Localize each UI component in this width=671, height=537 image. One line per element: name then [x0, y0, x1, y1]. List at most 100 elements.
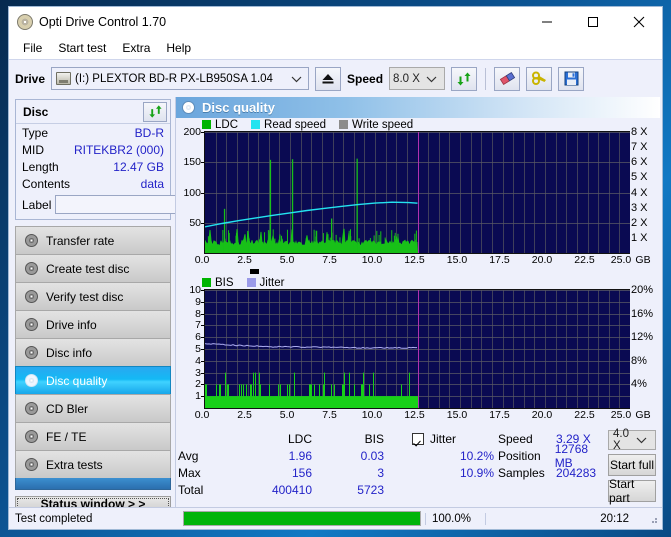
- table-row: Avg 1.96 0.03: [178, 447, 392, 464]
- statistics-max-ldc: 156: [291, 465, 312, 480]
- drive-select[interactable]: (I:) PLEXTOR BD-R PX-LB950SA 1.04: [51, 67, 310, 90]
- app-window: Opti Drive Control 1.70 File Start test …: [8, 6, 663, 530]
- app-disc-icon: [17, 14, 33, 30]
- menu-file[interactable]: File: [15, 39, 50, 57]
- sidebar-item-verify-test-disc[interactable]: Verify test disc: [15, 282, 171, 310]
- x-tick-label: 22.5: [574, 254, 595, 266]
- sidebar-item-disc-quality[interactable]: Disc quality: [15, 366, 171, 394]
- top-chart: 200 150 100 50 8 X 7 X 6 X 5 X 4 X 3 X 2 X 1 X: [176, 126, 660, 254]
- sidebar-item-disc-info[interactable]: Disc info: [15, 338, 171, 366]
- bottom-chart-y2-axis: 20% 16% 12% 8% 4%: [630, 284, 660, 407]
- legend-swatch-jitter: [246, 278, 256, 287]
- bottom-chart: 10 9 8 7 6 5 4 3 2 1 20% 16% 12% 8% 4%: [176, 284, 660, 409]
- drive-label: Drive: [15, 71, 46, 86]
- refresh-button[interactable]: [451, 66, 478, 91]
- x-tick-label: 0.0: [194, 254, 210, 266]
- disc-row-type: Type BD-R: [16, 124, 170, 141]
- sidebar-item-fe-te[interactable]: FE / TE: [15, 422, 171, 450]
- erase-button[interactable]: [494, 66, 521, 91]
- jitter-header: Jitter: [392, 430, 498, 447]
- statistics-table: LDC BIS Avg 1.96 0.03 Max 156 3 Total 40…: [178, 430, 392, 507]
- sidebar-item-label: Extra tests: [46, 457, 103, 472]
- sidebar-item-extra-tests[interactable]: Extra tests: [15, 450, 171, 478]
- y2-tick-label: 8%: [631, 354, 647, 367]
- info-label-speed: Speed: [498, 431, 533, 446]
- speed-select-value: 8.0 X: [393, 72, 420, 85]
- x-tick-label: 7.5: [322, 254, 337, 266]
- resize-grip[interactable]: [647, 513, 659, 525]
- statistics-row-label: Avg: [178, 448, 199, 463]
- tools-button[interactable]: [526, 66, 553, 91]
- legend-label-write-speed: Write speed: [352, 118, 414, 131]
- x-tick-label: 15.0: [446, 254, 468, 266]
- y2-tick-label: 6 X: [631, 156, 648, 169]
- speed-select[interactable]: 8.0 X: [389, 67, 446, 90]
- legend-label-read-speed: Read speed: [264, 118, 327, 131]
- disc-row-type-value: BD-R: [134, 125, 164, 140]
- sidebar-item-drive-info[interactable]: Drive info: [15, 310, 171, 338]
- sidebar-item-create-test-disc[interactable]: Create test disc: [15, 254, 171, 282]
- y2-tick-label: 2 X: [631, 216, 648, 229]
- jitter-label: Jitter: [430, 431, 457, 446]
- statistics-header-ldc: LDC: [287, 431, 312, 446]
- start-part-button[interactable]: Start part: [608, 477, 656, 505]
- sidebar-item-cd-bler[interactable]: CD Bler: [15, 394, 171, 422]
- close-button[interactable]: [616, 7, 662, 37]
- progress-bar-fill: [184, 512, 420, 525]
- x-tick-label: 22.5: [574, 409, 595, 421]
- legend-label-jitter: Jitter: [259, 276, 285, 289]
- eject-button[interactable]: [315, 66, 342, 91]
- window-title: Opti Drive Control 1.70: [39, 15, 167, 29]
- y-tick-label: 100: [183, 186, 201, 199]
- test-controls: 4.0 X Start full Start part: [608, 428, 660, 507]
- maximize-button[interactable]: [570, 7, 616, 37]
- progress-bar: [183, 511, 421, 526]
- bottom-chart-plot-area[interactable]: [204, 289, 630, 409]
- status-text: Test completed: [15, 512, 93, 525]
- disc-row-mid-key: MID: [22, 142, 44, 157]
- info-row-samples: Samples 204283: [498, 464, 608, 481]
- top-chart-y2-axis: 8 X 7 X 6 X 5 X 4 X 3 X 2 X 1 X: [630, 126, 660, 252]
- jitter-checkbox[interactable]: [412, 432, 424, 445]
- chart-range-handle[interactable]: [250, 269, 259, 274]
- disc-icon: [25, 234, 38, 247]
- info-label-position: Position: [498, 448, 541, 463]
- minimize-button[interactable]: [524, 7, 570, 37]
- x-tick-label: 15.0: [446, 409, 468, 421]
- top-chart-plot-area[interactable]: [204, 131, 630, 254]
- menu-help[interactable]: Help: [158, 39, 199, 57]
- menu-extra[interactable]: Extra: [114, 39, 158, 57]
- disc-row-mid: MID RITEKBR2 (000): [16, 141, 170, 158]
- x-tick-label: 25.0: [610, 254, 632, 266]
- status-bar: Test completed 100.0% 20:12: [9, 507, 662, 529]
- toolbar: Drive (I:) PLEXTOR BD-R PX-LB950SA 1.04 …: [9, 59, 662, 97]
- sidebar-item-label: Transfer rate: [46, 233, 115, 248]
- x-tick-label: 12.5: [404, 254, 425, 266]
- menu-start-test[interactable]: Start test: [50, 39, 114, 57]
- sidebar-item-label: Create test disc: [46, 261, 130, 276]
- y2-tick-label: 7 X: [631, 141, 648, 154]
- x-tick-label: 2.5: [237, 409, 252, 421]
- test-speed-select[interactable]: 4.0 X: [608, 428, 656, 452]
- info-label-samples: Samples: [498, 465, 545, 480]
- disc-icon: [25, 346, 38, 359]
- statistics-header-row: LDC BIS: [178, 430, 392, 447]
- progress-percent: 100.0%: [425, 512, 485, 525]
- menu-bar: File Start test Extra Help: [9, 37, 662, 59]
- disc-refresh-button[interactable]: [143, 101, 167, 122]
- legend-swatch-write-speed: [339, 120, 349, 129]
- disc-row-type-key: Type: [22, 125, 49, 140]
- y-tick-label: 150: [183, 156, 201, 169]
- nav-list-filler: [15, 478, 171, 490]
- y2-tick-label: 8 X: [631, 126, 648, 138]
- disc-row-contents-value: data: [140, 176, 164, 191]
- main-body: Disc Type BD-R MID RITEKBR2 (000) Length…: [9, 97, 662, 512]
- x-tick-label: 5.0: [279, 254, 295, 266]
- start-full-button[interactable]: Start full: [608, 454, 656, 476]
- disc-panel-title: Disc: [23, 104, 49, 119]
- top-chart-legend: LDC Read speed Write speed: [176, 118, 660, 131]
- statistics-header-bis: BIS: [364, 431, 384, 446]
- sidebar-item-transfer-rate[interactable]: Transfer rate: [15, 226, 171, 254]
- save-button[interactable]: [558, 66, 585, 91]
- y-tick-label: 10: [189, 284, 201, 296]
